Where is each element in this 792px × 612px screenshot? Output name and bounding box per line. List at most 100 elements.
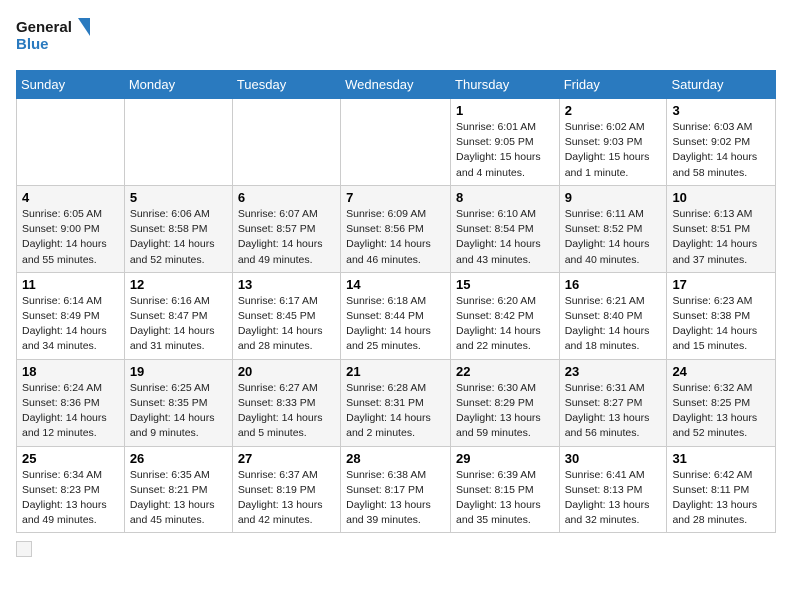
day-number: 15 [456, 277, 554, 292]
day-cell-26: 26 Sunrise: 6:35 AM Sunset: 8:21 PM Dayli… [124, 446, 232, 533]
day-info: Sunrise: 6:32 AM Sunset: 8:25 PM Dayligh… [672, 381, 770, 442]
day-cell-29: 29 Sunrise: 6:39 AM Sunset: 8:15 PM Dayli… [451, 446, 560, 533]
legend [16, 541, 776, 557]
day-info: Sunrise: 6:10 AM Sunset: 8:54 PM Dayligh… [456, 207, 554, 268]
day-number: 26 [130, 451, 227, 466]
day-cell-5: 5 Sunrise: 6:06 AM Sunset: 8:58 PM Daylig… [124, 185, 232, 272]
day-number: 7 [346, 190, 445, 205]
day-number: 31 [672, 451, 770, 466]
day-cell-25: 25 Sunrise: 6:34 AM Sunset: 8:23 PM Dayli… [17, 446, 125, 533]
logo-svg: General Blue [16, 16, 96, 58]
day-cell-31: 31Sunrise: 6:42 AM Sunset: 8:11 PM Dayli… [667, 446, 776, 533]
day-info: Sunrise: 6:27 AM Sunset: 8:33 PM Dayligh… [238, 381, 335, 442]
day-info: Sunrise: 6:41 AM Sunset: 8:13 PM Dayligh… [565, 468, 662, 529]
logo: General Blue [16, 16, 96, 58]
day-cell-23: 23 Sunrise: 6:31 AM Sunset: 8:27 PM Dayli… [559, 359, 667, 446]
day-number: 5 [130, 190, 227, 205]
weekday-header-monday: Monday [124, 71, 232, 99]
week-row-3: 11 Sunrise: 6:14 AM Sunset: 8:49 PM Dayli… [17, 272, 776, 359]
weekday-header-thursday: Thursday [451, 71, 560, 99]
day-cell-27: 27 Sunrise: 6:37 AM Sunset: 8:19 PM Dayli… [232, 446, 340, 533]
day-info: Sunrise: 6:18 AM Sunset: 8:44 PM Dayligh… [346, 294, 445, 355]
day-info: Sunrise: 6:17 AM Sunset: 8:45 PM Dayligh… [238, 294, 335, 355]
day-info: Sunrise: 6:20 AM Sunset: 8:42 PM Dayligh… [456, 294, 554, 355]
header: General Blue [16, 16, 776, 58]
week-row-2: 4Sunrise: 6:05 AM Sunset: 9:00 PM Daylig… [17, 185, 776, 272]
day-number: 1 [456, 103, 554, 118]
day-cell-1: 1 Sunrise: 6:01 AM Sunset: 9:05 PM Daylig… [451, 99, 560, 186]
day-cell-16: 16Sunrise: 6:21 AM Sunset: 8:40 PM Dayli… [559, 272, 667, 359]
day-cell-4: 4Sunrise: 6:05 AM Sunset: 9:00 PM Daylig… [17, 185, 125, 272]
day-number: 6 [238, 190, 335, 205]
day-info: Sunrise: 6:14 AM Sunset: 8:49 PM Dayligh… [22, 294, 119, 355]
day-info: Sunrise: 6:30 AM Sunset: 8:29 PM Dayligh… [456, 381, 554, 442]
week-row-4: 18 Sunrise: 6:24 AM Sunset: 8:36 PM Dayli… [17, 359, 776, 446]
day-info: Sunrise: 6:09 AM Sunset: 8:56 PM Dayligh… [346, 207, 445, 268]
svg-text:Blue: Blue [16, 36, 49, 53]
day-number: 14 [346, 277, 445, 292]
day-number: 8 [456, 190, 554, 205]
day-cell-10: 10 Sunrise: 6:13 AM Sunset: 8:51 PM Dayli… [667, 185, 776, 272]
day-cell-12: 12Sunrise: 6:16 AM Sunset: 8:47 PM Dayli… [124, 272, 232, 359]
day-info: Sunrise: 6:13 AM Sunset: 8:51 PM Dayligh… [672, 207, 770, 268]
day-cell-9: 9Sunrise: 6:11 AM Sunset: 8:52 PM Daylig… [559, 185, 667, 272]
day-info: Sunrise: 6:31 AM Sunset: 8:27 PM Dayligh… [565, 381, 662, 442]
day-info: Sunrise: 6:34 AM Sunset: 8:23 PM Dayligh… [22, 468, 119, 529]
day-number: 29 [456, 451, 554, 466]
day-info: Sunrise: 6:39 AM Sunset: 8:15 PM Dayligh… [456, 468, 554, 529]
day-info: Sunrise: 6:28 AM Sunset: 8:31 PM Dayligh… [346, 381, 445, 442]
day-number: 27 [238, 451, 335, 466]
day-cell-6: 6 Sunrise: 6:07 AM Sunset: 8:57 PM Daylig… [232, 185, 340, 272]
day-info: Sunrise: 6:23 AM Sunset: 8:38 PM Dayligh… [672, 294, 770, 355]
day-cell-17: 17 Sunrise: 6:23 AM Sunset: 8:38 PM Dayli… [667, 272, 776, 359]
calendar-table: SundayMondayTuesdayWednesdayThursdayFrid… [16, 70, 776, 533]
day-cell-20: 20 Sunrise: 6:27 AM Sunset: 8:33 PM Dayli… [232, 359, 340, 446]
weekday-header-tuesday: Tuesday [232, 71, 340, 99]
day-info: Sunrise: 6:06 AM Sunset: 8:58 PM Dayligh… [130, 207, 227, 268]
day-number: 12 [130, 277, 227, 292]
day-number: 18 [22, 364, 119, 379]
day-info: Sunrise: 6:35 AM Sunset: 8:21 PM Dayligh… [130, 468, 227, 529]
weekday-header-wednesday: Wednesday [341, 71, 451, 99]
day-info: Sunrise: 6:01 AM Sunset: 9:05 PM Dayligh… [456, 120, 554, 181]
day-info: Sunrise: 6:05 AM Sunset: 9:00 PM Dayligh… [22, 207, 119, 268]
day-number: 2 [565, 103, 662, 118]
day-number: 24 [672, 364, 770, 379]
day-number: 20 [238, 364, 335, 379]
day-cell-11: 11 Sunrise: 6:14 AM Sunset: 8:49 PM Dayli… [17, 272, 125, 359]
empty-cell [341, 99, 451, 186]
day-cell-28: 28 Sunrise: 6:38 AM Sunset: 8:17 PM Dayli… [341, 446, 451, 533]
day-number: 17 [672, 277, 770, 292]
day-number: 22 [456, 364, 554, 379]
weekday-header-sunday: Sunday [17, 71, 125, 99]
day-number: 10 [672, 190, 770, 205]
day-cell-22: 22 Sunrise: 6:30 AM Sunset: 8:29 PM Dayli… [451, 359, 560, 446]
day-number: 28 [346, 451, 445, 466]
day-info: Sunrise: 6:24 AM Sunset: 8:36 PM Dayligh… [22, 381, 119, 442]
day-number: 30 [565, 451, 662, 466]
day-cell-19: 19Sunrise: 6:25 AM Sunset: 8:35 PM Dayli… [124, 359, 232, 446]
day-cell-14: 14 Sunrise: 6:18 AM Sunset: 8:44 PM Dayli… [341, 272, 451, 359]
empty-cell [124, 99, 232, 186]
day-number: 25 [22, 451, 119, 466]
day-info: Sunrise: 6:03 AM Sunset: 9:02 PM Dayligh… [672, 120, 770, 181]
week-row-1: 1 Sunrise: 6:01 AM Sunset: 9:05 PM Daylig… [17, 99, 776, 186]
day-info: Sunrise: 6:25 AM Sunset: 8:35 PM Dayligh… [130, 381, 227, 442]
day-cell-2: 2Sunrise: 6:02 AM Sunset: 9:03 PM Daylig… [559, 99, 667, 186]
day-info: Sunrise: 6:37 AM Sunset: 8:19 PM Dayligh… [238, 468, 335, 529]
day-info: Sunrise: 6:38 AM Sunset: 8:17 PM Dayligh… [346, 468, 445, 529]
day-cell-13: 13Sunrise: 6:17 AM Sunset: 8:45 PM Dayli… [232, 272, 340, 359]
day-number: 3 [672, 103, 770, 118]
day-cell-18: 18 Sunrise: 6:24 AM Sunset: 8:36 PM Dayli… [17, 359, 125, 446]
day-cell-8: 8 Sunrise: 6:10 AM Sunset: 8:54 PM Daylig… [451, 185, 560, 272]
empty-cell [17, 99, 125, 186]
day-number: 9 [565, 190, 662, 205]
day-cell-7: 7 Sunrise: 6:09 AM Sunset: 8:56 PM Daylig… [341, 185, 451, 272]
empty-cell [232, 99, 340, 186]
day-info: Sunrise: 6:07 AM Sunset: 8:57 PM Dayligh… [238, 207, 335, 268]
day-number: 23 [565, 364, 662, 379]
legend-box [16, 541, 32, 557]
week-row-5: 25 Sunrise: 6:34 AM Sunset: 8:23 PM Dayli… [17, 446, 776, 533]
day-info: Sunrise: 6:21 AM Sunset: 8:40 PM Dayligh… [565, 294, 662, 355]
day-number: 11 [22, 277, 119, 292]
